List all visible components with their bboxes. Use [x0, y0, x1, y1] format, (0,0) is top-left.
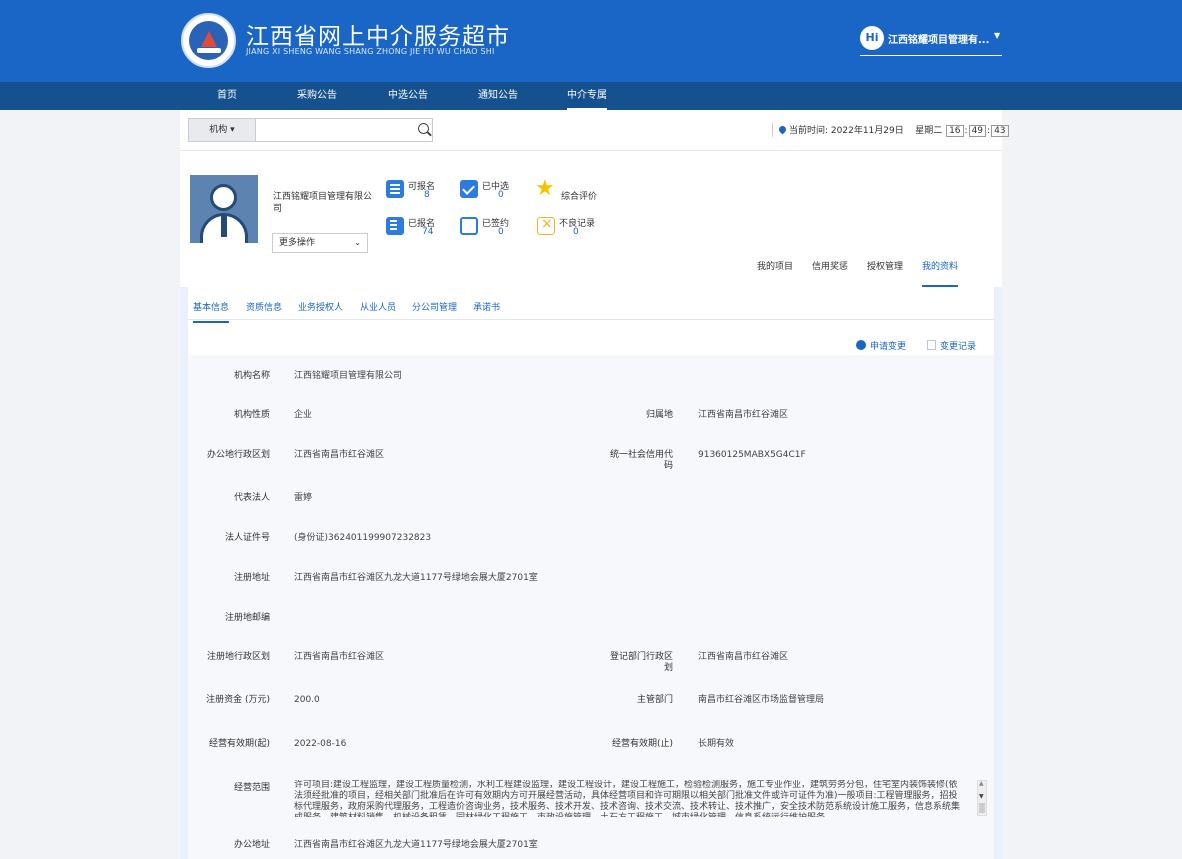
site-title: 江西省网上中介服务超市 [246, 24, 510, 50]
tab-my-info[interactable]: 我的资料 [922, 259, 959, 287]
field-value: 91360125MABX5G4C1F [698, 450, 806, 460]
edit-icon [856, 340, 866, 350]
change-log-button[interactable]: 变更记录 [927, 339, 976, 352]
chevron-down-icon: ⌄ [354, 238, 361, 247]
field-label: 办公地址 [233, 840, 270, 850]
tab-qualification[interactable]: 资质信息 [246, 300, 282, 313]
warning-x-icon [537, 216, 555, 235]
field-value: 长期有效 [698, 739, 735, 749]
tab-business-auth[interactable]: 业务授权人 [298, 300, 343, 313]
location-pin-icon [777, 124, 788, 135]
field-label: 经营范围 [233, 783, 270, 793]
tab-credit[interactable]: 信用奖惩 [812, 259, 848, 272]
org-name: 江西铭耀项目管理有限公司 [273, 192, 373, 214]
apply-change-button[interactable]: 申请变更 [856, 339, 906, 352]
field-value: 江西省南昌市红谷滩区 [698, 652, 789, 662]
field-label: 注册资金 (万元) [206, 695, 270, 705]
field-label: 经营有效期(止) [611, 739, 673, 749]
site-logo[interactable] [181, 13, 236, 68]
field-value: 江西省南昌市红谷滩区 [698, 410, 789, 420]
search-type-select[interactable]: 机构 ▾ [189, 119, 256, 141]
field-label: 法人证件号 [224, 533, 270, 543]
field-label: 注册地行政区划 [206, 652, 270, 662]
field-value: 江西省南昌市红谷滩区 [294, 652, 385, 662]
field-label: 统一社会信用代码 [609, 450, 673, 471]
site-header: 江西省网上中介服务超市 JIANG XI SHENG WANG SHANG ZH… [0, 0, 1182, 82]
user-name: 江西铭耀项目管理有... [888, 35, 990, 46]
current-time: 当前时间: 2022年11月29日 星期二 16:49:43 [772, 123, 1010, 137]
field-label: 主管部门 [636, 695, 673, 705]
document-icon [386, 217, 404, 235]
field-label: 机构名称 [233, 371, 270, 381]
field-label: 归属地 [645, 410, 673, 420]
field-label: 注册地址 [233, 573, 270, 583]
search-box: 机构 ▾ [188, 118, 433, 142]
handshake-icon [460, 217, 478, 235]
main-nav: 首页 采购公告 中选公告 通知公告 中介专属 [0, 82, 1182, 110]
tab-authorization[interactable]: 授权管理 [867, 259, 903, 272]
user-avatar: Hi [860, 26, 884, 50]
business-scope-text[interactable]: 许可项目:建设工程监理，建设工程质量检测，水利工程建设监理，建设工程设计，建设工… [294, 780, 964, 817]
field-value: 江西铭耀项目管理有限公司 [294, 371, 403, 381]
field-label: 机构性质 [233, 410, 270, 420]
field-label: 代表法人 [233, 493, 270, 503]
check-icon [460, 180, 478, 198]
caret-down-icon[interactable]: ▼ [994, 31, 1000, 40]
field-value: 200.0 [294, 695, 320, 705]
user-menu[interactable]: Hi 江西铭耀项目管理有... ▼ [860, 24, 1002, 56]
scope-scrollbar[interactable] [977, 780, 987, 816]
site-subtitle: JIANG XI SHENG WANG SHANG ZHONG JIE FU W… [246, 47, 495, 56]
field-label: 注册地邮编 [224, 613, 270, 623]
record-icon [927, 340, 936, 350]
divider [188, 319, 994, 320]
field-value: 江西省南昌市红谷滩区九龙大道1177号绿地会展大厦2701室 [294, 840, 538, 850]
field-value: 江西省南昌市红谷滩区九龙大道1177号绿地会展大厦2701室 [294, 573, 538, 583]
more-actions-select[interactable]: 更多操作 ⌄ [272, 233, 368, 253]
field-value: (身份证)362401199907232823 [294, 533, 432, 543]
search-icon[interactable] [418, 123, 429, 134]
divider [180, 150, 1002, 151]
nav-notice[interactable]: 通知公告 [478, 82, 518, 110]
field-value: 企业 [294, 410, 313, 420]
org-avatar [190, 175, 258, 243]
field-value: 江西省南昌市红谷滩区 [294, 450, 385, 460]
star-icon: ★ [535, 176, 555, 201]
nav-selection[interactable]: 中选公告 [388, 82, 428, 110]
field-label: 经营有效期(起) [208, 739, 270, 749]
nav-procurement[interactable]: 采购公告 [297, 82, 337, 110]
tab-branch[interactable]: 分公司管理 [412, 300, 457, 313]
field-label: 登记部门行政区划 [609, 652, 673, 673]
tab-staff[interactable]: 从业人员 [360, 300, 396, 313]
field-label: 办公地行政区划 [206, 450, 270, 460]
list-icon [386, 180, 404, 198]
nav-home[interactable]: 首页 [217, 82, 237, 110]
nav-agency[interactable]: 中介专属 [567, 82, 607, 110]
field-value: 2022-08-16 [294, 739, 347, 749]
field-value: 雷婷 [294, 493, 313, 503]
tab-commitment[interactable]: 承诺书 [473, 300, 500, 313]
tab-my-projects[interactable]: 我的项目 [757, 259, 793, 272]
field-value: 南昌市红谷滩区市场监督管理局 [698, 695, 825, 705]
